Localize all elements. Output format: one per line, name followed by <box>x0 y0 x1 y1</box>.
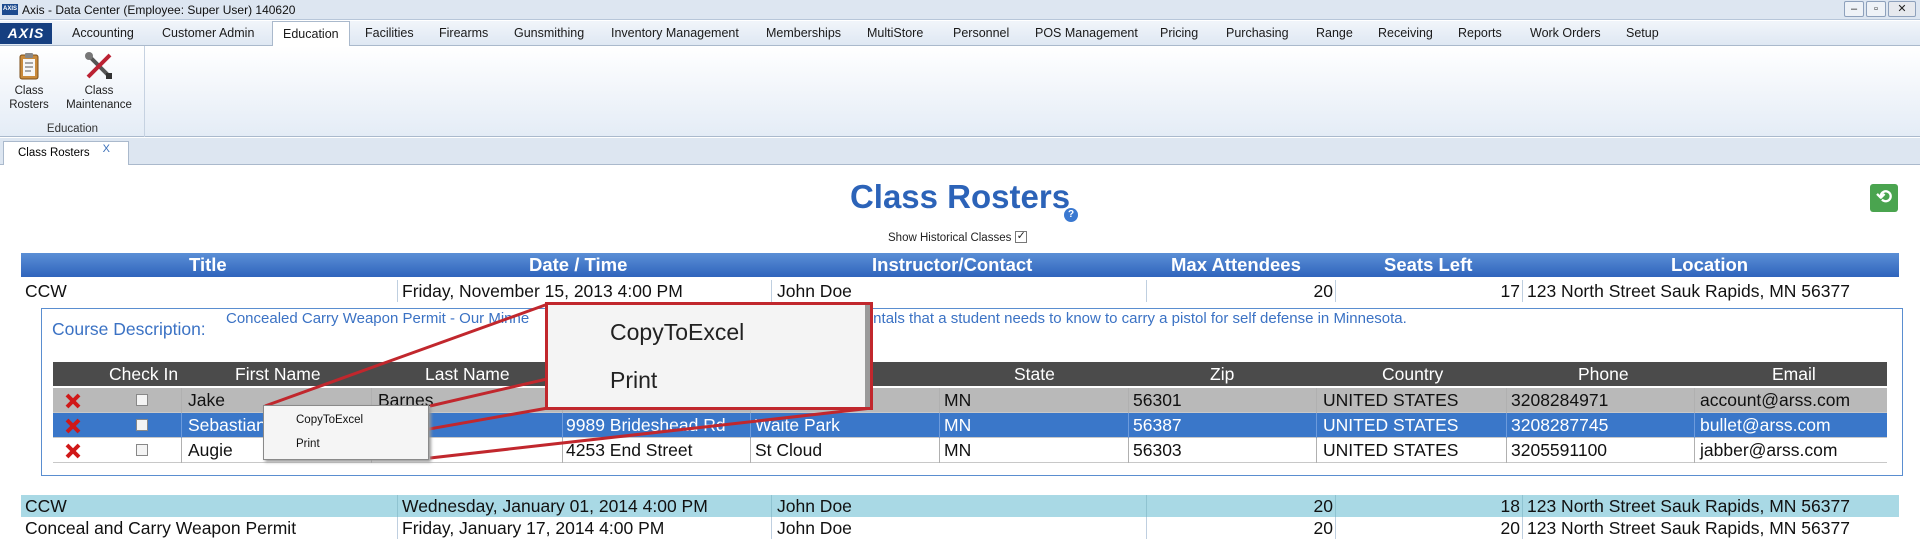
zoom-print: Print <box>610 367 658 393</box>
context-menu: CopyToExcel Print <box>263 405 429 460</box>
context-copy-to-excel[interactable]: CopyToExcel <box>296 414 363 426</box>
context-menu-zoom-callout: CopyToExcel Print <box>545 302 873 410</box>
context-print[interactable]: Print <box>296 438 320 450</box>
zoom-copy-to-excel: CopyToExcel <box>610 319 745 345</box>
